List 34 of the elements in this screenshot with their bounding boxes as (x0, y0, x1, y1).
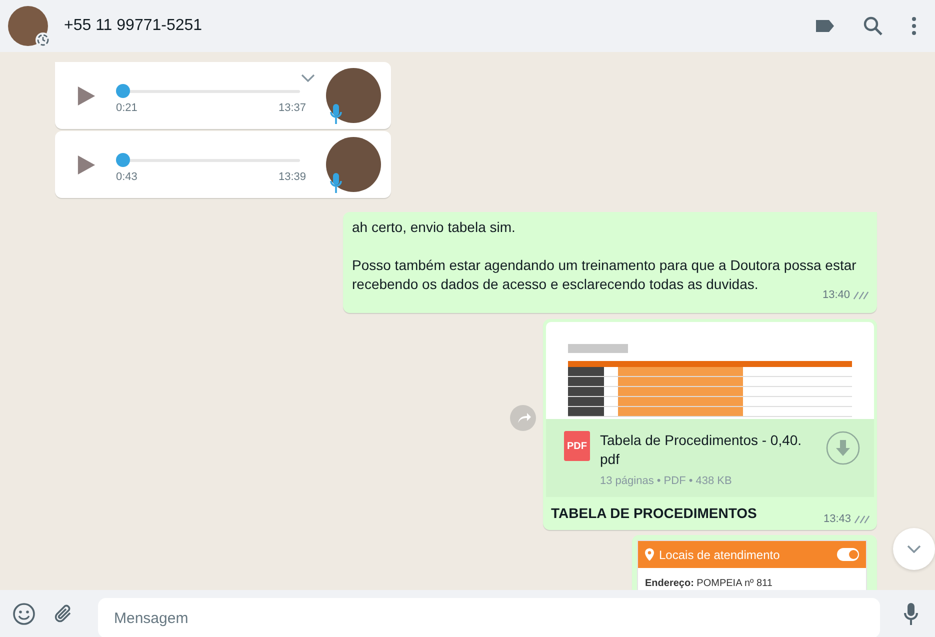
message-caption: TABELA DE PROCEDIMENTOS (551, 505, 757, 521)
audio-duration: 0:43 (116, 170, 138, 182)
message-time: 13:43 (823, 513, 851, 525)
audio-thumb[interactable] (116, 152, 130, 166)
message-time: 13:37 (278, 102, 306, 114)
microphone-icon (330, 103, 342, 125)
file-name: Tabela de Procedimentos - 0,40.pdf (600, 431, 803, 469)
menu-icon[interactable] (911, 16, 917, 36)
play-icon[interactable] (77, 84, 96, 106)
audio-thumb[interactable] (116, 84, 130, 98)
contact-avatar[interactable] (8, 6, 48, 46)
toggle-switch[interactable] (837, 548, 859, 561)
pdf-file-icon: PDF (564, 431, 590, 461)
audio-duration: 0:21 (116, 102, 138, 114)
microphone-icon[interactable] (904, 602, 918, 626)
microphone-icon (330, 172, 342, 194)
location-pin-icon (645, 548, 654, 561)
message-text: ah certo, envio tabela sim. (352, 218, 516, 237)
search-icon[interactable] (863, 16, 883, 36)
file-attachment[interactable]: PDF Tabela de Procedimentos - 0,40.pdf 13 páginas • PDF • 438 KB (546, 419, 874, 497)
chevron-down-icon (907, 545, 921, 553)
play-icon[interactable] (77, 154, 96, 176)
emoji-icon[interactable] (12, 602, 36, 626)
message-input[interactable]: Mensagem (98, 598, 880, 637)
card-title: Locais de atendimento (659, 548, 780, 562)
address-text: Endereço: POMPEIA nº 811 (645, 578, 774, 589)
chevron-down-icon[interactable] (301, 74, 315, 82)
file-details: 13 páginas • PDF • 438 KB (600, 475, 733, 487)
audio-progress-track[interactable] (116, 84, 300, 98)
message-time: 13:39 (278, 170, 306, 182)
contact-name[interactable]: +55 11 99771-5251 (64, 17, 202, 35)
status-ring-icon (35, 32, 51, 48)
download-icon[interactable] (826, 431, 860, 465)
audio-progress-track[interactable] (116, 152, 300, 166)
